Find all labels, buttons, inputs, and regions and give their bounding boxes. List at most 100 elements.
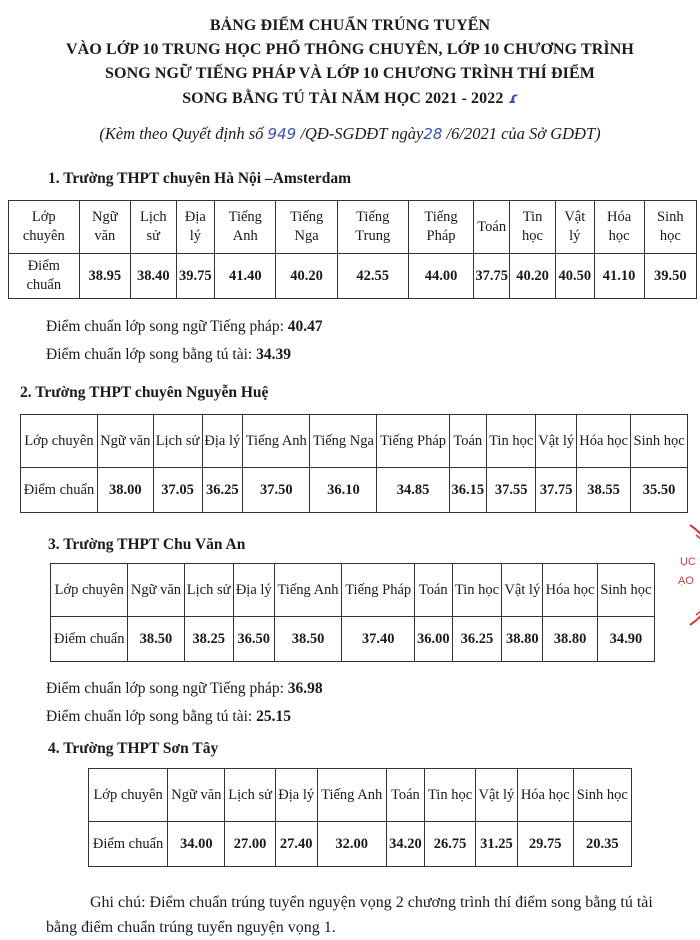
- official-stamp: ỤC ẠO: [678, 524, 700, 626]
- subject-header: Tiếng Pháp: [376, 414, 450, 468]
- subject-header: Toán: [414, 563, 453, 617]
- score-cell: 37.75: [473, 253, 510, 299]
- score-cell: 34.00: [167, 821, 226, 867]
- subject-header: Ngữ văn: [167, 768, 226, 822]
- subject-header: Sinh học: [572, 768, 633, 822]
- subject-header: Toán: [385, 768, 426, 822]
- subject-header: Hóa học: [516, 768, 574, 822]
- score-cell: 34.90: [596, 616, 656, 662]
- subject-header: Sinh học: [630, 414, 688, 468]
- cutoff-note: Điểm chuẩn lớp song ngữ Tiếng pháp: 40.4…: [46, 318, 323, 336]
- score-cell: 37.40: [341, 616, 415, 662]
- note-value: 40.47: [287, 318, 323, 335]
- subject-header: Tiếng Nga: [309, 414, 378, 468]
- score-cell: 40.20: [275, 253, 338, 299]
- subject-header: Vật lý: [474, 768, 518, 822]
- score-cell: 44.00: [407, 253, 475, 299]
- subject-header: Vật lý: [535, 414, 578, 468]
- cutoff-note: Điểm chuẩn lớp song bằng tú tài: 34.39: [46, 346, 291, 364]
- cutoff-note: Điểm chuẩn lớp song bằng tú tài: 25.15: [46, 708, 291, 726]
- score-cell: 39.75: [175, 253, 216, 299]
- score-cell: 38.00: [96, 467, 154, 513]
- score-cell: 26.75: [424, 821, 476, 867]
- score-cell: 27.00: [224, 821, 276, 867]
- note-label: Điểm chuẩn lớp song bằng tú tài:: [46, 346, 257, 363]
- table-row: Điểm chuẩn 38.00 37.05 36.25 37.50 36.10 34.85…: [20, 467, 688, 513]
- score-cell: 36.25: [201, 467, 244, 513]
- subject-header: Ngữ văn: [127, 563, 185, 617]
- score-cell: 36.00: [414, 616, 453, 662]
- subject-header: Hóa học: [576, 414, 632, 468]
- score-cell: 42.55: [336, 253, 409, 299]
- score-cell: 38.50: [127, 616, 185, 662]
- school-heading: 2. Trường THPT chuyên Nguyễn Huệ: [20, 384, 269, 401]
- row-header-label: Lớp chuyên: [8, 200, 80, 254]
- row-value-label: Điểm chuẩn: [87, 821, 169, 867]
- score-cell: 20.35: [572, 821, 633, 867]
- table-row: Điểm chuẩn 38.50 38.25 36.50 38.50 37.40 36.00…: [49, 616, 656, 662]
- subject-header: Địa lý: [232, 563, 275, 617]
- subject-header: Tiếng Anh: [214, 200, 277, 254]
- subject-header: Hóa học: [542, 563, 598, 617]
- table-header-row: Lớp chuyên Ngữ văn Lịch sử Địa lý Tiếng Anh T…: [8, 200, 698, 254]
- row-value-label: Điểm chuẩn: [20, 467, 98, 513]
- score-cell: 39.50: [643, 253, 698, 299]
- note-value: 36.98: [287, 680, 323, 697]
- subject-header: Tiếng Anh: [242, 414, 311, 468]
- subject-header: Tin học: [424, 768, 476, 822]
- subject-header: Lịch sử: [183, 563, 234, 617]
- note-label: Điểm chuẩn lớp song ngữ Tiếng pháp:: [46, 318, 288, 335]
- title-line: VÀO LỚP 10 TRUNG HỌC PHỔ THÔNG CHUYÊN, L…: [66, 41, 634, 58]
- subject-header: Tiếng Pháp: [341, 563, 415, 617]
- decision-number: 949: [267, 125, 297, 143]
- subject-header: Vật lý: [555, 200, 595, 254]
- subject-header: Địa lý: [201, 414, 244, 468]
- subject-header: Sinh học: [643, 200, 698, 254]
- subject-header: Tiếng Anh: [316, 768, 387, 822]
- score-cell: 37.55: [485, 467, 537, 513]
- cutoff-note: Điểm chuẩn lớp song ngữ Tiếng pháp: 36.9…: [46, 680, 323, 698]
- table-header-row: Lớp chuyên Ngữ văn Lịch sử Địa lý Tiếng Anh T…: [49, 563, 656, 617]
- subject-header: Địa lý: [274, 768, 318, 822]
- document-subtitle: (Kèm theo Quyết định số 949 /QĐ-SGDĐT ng…: [99, 124, 601, 143]
- school-heading: 4. Trường THPT Sơn Tây: [48, 740, 219, 757]
- score-cell: 41.40: [214, 253, 277, 299]
- score-cell: 41.10: [593, 253, 645, 299]
- subject-header: Tiếng Nga: [275, 200, 338, 254]
- subject-header: Tiếng Anh: [273, 563, 343, 617]
- subject-header: Tin học: [451, 563, 503, 617]
- score-cell: 37.75: [535, 467, 578, 513]
- note-label: Điểm chuẩn lớp song ngữ Tiếng pháp:: [46, 680, 288, 697]
- score-table: Lớp chuyên Ngữ văn Lịch sử Địa lý Tiếng Anh T…: [20, 414, 688, 513]
- table-row: Điểm chuẩn 38.95 38.40 39.75 41.40 40.20 42.55…: [8, 253, 698, 299]
- score-cell: 36.10: [309, 467, 378, 513]
- score-table: Lớp chuyên Ngữ văn Lịch sử Địa lý Tiếng Anh T…: [49, 563, 656, 662]
- score-cell: 31.25: [474, 821, 518, 867]
- subject-header: Sinh học: [596, 563, 656, 617]
- score-cell: 36.25: [451, 616, 503, 662]
- score-cell: 38.25: [183, 616, 234, 662]
- note-value: 34.39: [256, 346, 291, 363]
- subject-header: Vật lý: [501, 563, 544, 617]
- document-title: BẢNG ĐIỂM CHUẨN TRÚNG TUYỂN VÀO LỚP 10 T…: [0, 14, 700, 111]
- note-value: 25.15: [256, 708, 291, 725]
- subject-header: Tiếng Trung: [336, 200, 409, 254]
- subject-header: Lịch sử: [130, 200, 177, 254]
- score-cell: 37.50: [242, 467, 311, 513]
- school-heading: 3. Trường THPT Chu Văn An: [48, 536, 246, 553]
- footnote: Ghi chú: Điểm chuẩn trúng tuyển nguyện v…: [46, 894, 653, 936]
- subject-header: Lịch sử: [152, 414, 203, 468]
- subject-header: Tin học: [485, 414, 537, 468]
- title-line: SONG BẰNG TÚ TÀI NĂM HỌC 2021 - 2022 ɾ: [182, 89, 518, 107]
- score-cell: 32.00: [316, 821, 387, 867]
- subject-header: Lịch sử: [224, 768, 276, 822]
- score-cell: 36.15: [448, 467, 487, 513]
- row-header-label: Lớp chuyên: [20, 414, 98, 468]
- score-cell: 40.20: [508, 253, 557, 299]
- score-cell: 27.40: [274, 821, 318, 867]
- row-header-label: Lớp chuyên: [49, 563, 129, 617]
- score-cell: 29.75: [516, 821, 574, 867]
- handwritten-mark: ɾ: [503, 89, 518, 107]
- subject-header: Ngữ văn: [96, 414, 154, 468]
- score-cell: 36.50: [232, 616, 275, 662]
